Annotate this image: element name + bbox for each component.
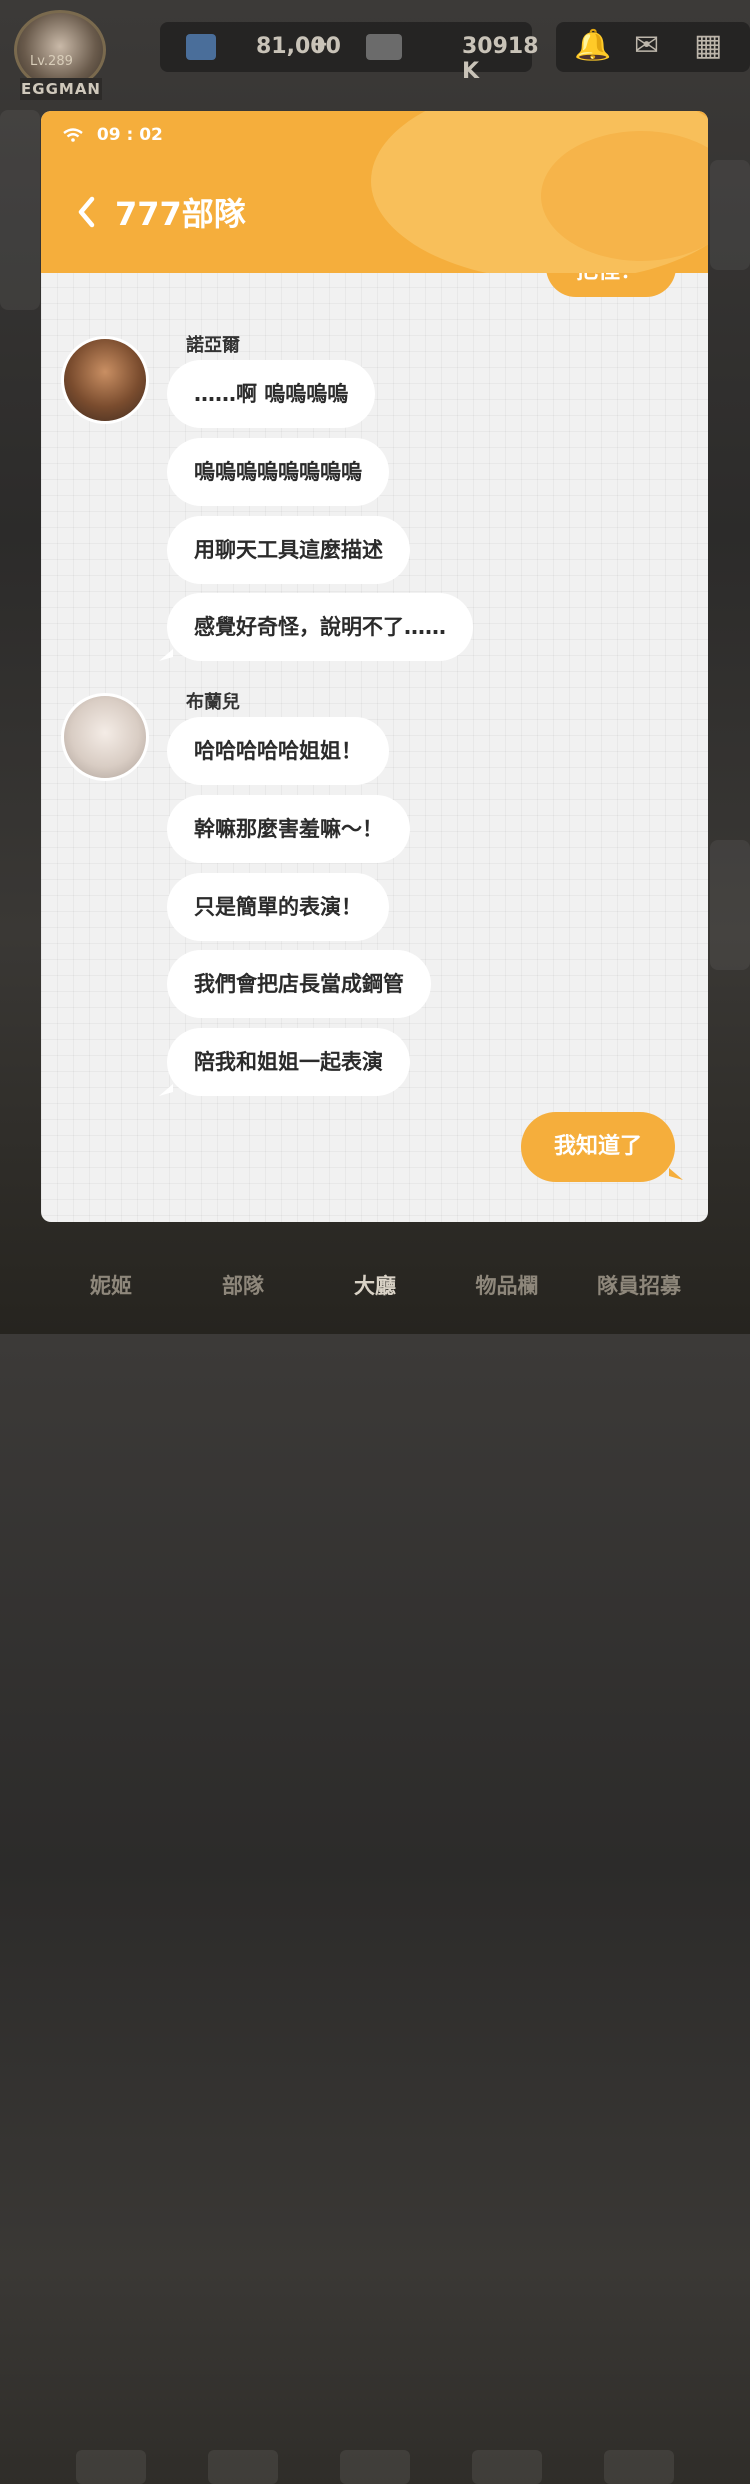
status-bar: 09 : 02 — [63, 125, 163, 145]
credit-card-icon — [366, 34, 402, 60]
bubble-tail — [159, 649, 173, 661]
squad-nav-icon — [208, 2450, 278, 2484]
chat-messages[interactable]: 把怪！ 諾亞爾 ……啊 嗚嗚嗚嗚 嗚嗚嗚嗚嗚嗚嗚嗚 用聊天工具這麼描述 感覺好奇… — [41, 273, 708, 1222]
side-panel-left — [0, 110, 40, 310]
chat-header: 09 : 02 777部隊 — [41, 111, 708, 273]
add-gems-button[interactable]: + — [310, 32, 328, 57]
nav-recruit[interactable]: 隊員招募 — [584, 1270, 694, 1300]
avatar-noir[interactable] — [61, 336, 149, 424]
side-panel-right-lower — [710, 840, 750, 970]
nav-inventory[interactable]: 物品欄 — [452, 1270, 562, 1300]
bell-icon[interactable]: 🔔 — [574, 28, 611, 63]
nikke-nav-icon — [76, 2450, 146, 2484]
message-bubble: 感覺好奇怪，說明不了…… — [167, 593, 473, 661]
message-bubble: 只是簡單的表演！ — [167, 873, 389, 941]
status-time: 09 : 02 — [96, 125, 163, 145]
resource-bar: 81,000 + 30918 K — [160, 22, 539, 84]
previous-reply-bubble: 把怪！ — [546, 273, 676, 297]
top-bar: Lv.289 EGGMAN 81,000 + 30918 K 🔔 ✉ ▦ — [0, 0, 750, 100]
nav-lobby[interactable]: 大廳 — [320, 1270, 430, 1300]
back-arrow-icon[interactable] — [75, 195, 97, 229]
mail-icon[interactable]: ✉ — [634, 28, 659, 63]
gem-icon — [186, 34, 216, 60]
player-level: Lv.289 — [30, 54, 73, 69]
message-bubble: 幹嘛那麼害羞嘛～！ — [167, 795, 410, 863]
reply-bubble-tail — [669, 1168, 683, 1180]
reply-button[interactable]: 我知道了 — [521, 1112, 675, 1182]
grid-menu-icon[interactable]: ▦ — [694, 28, 722, 63]
nav-nikke[interactable]: 妮姬 — [56, 1270, 166, 1300]
nav-squad[interactable]: 部隊 — [188, 1270, 298, 1300]
chat-modal: 09 : 02 777部隊 把怪！ 諾亞爾 ……啊 嗚嗚嗚嗚 嗚嗚嗚嗚嗚嗚嗚嗚 … — [41, 111, 708, 1222]
sender-name: 布蘭兒 — [186, 692, 240, 713]
inventory-nav-icon — [472, 2450, 542, 2484]
message-bubble: 嗚嗚嗚嗚嗚嗚嗚嗚 — [167, 438, 389, 506]
wifi-icon — [63, 128, 83, 142]
message-bubble: 哈哈哈哈哈姐姐！ — [167, 717, 389, 785]
sender-name: 諾亞爾 — [186, 335, 240, 356]
lobby-nav-icon — [340, 2450, 410, 2484]
message-bubble: 我們會把店長當成鋼管 — [167, 950, 431, 1018]
bubble-tail — [159, 1084, 173, 1096]
avatar-blanc[interactable] — [61, 693, 149, 781]
chat-title: 777部隊 — [115, 195, 246, 233]
message-bubble: 用聊天工具這麼描述 — [167, 516, 410, 584]
message-bubble: 陪我和姐姐一起表演 — [167, 1028, 410, 1096]
recruit-nav-icon — [604, 2450, 674, 2484]
side-panel-right — [710, 160, 750, 270]
previous-reply-text: 把怪！ — [576, 273, 642, 285]
message-bubble: ……啊 嗚嗚嗚嗚 — [167, 360, 376, 428]
credit-count: 30918 K — [462, 34, 539, 84]
player-name: EGGMAN — [20, 78, 102, 100]
